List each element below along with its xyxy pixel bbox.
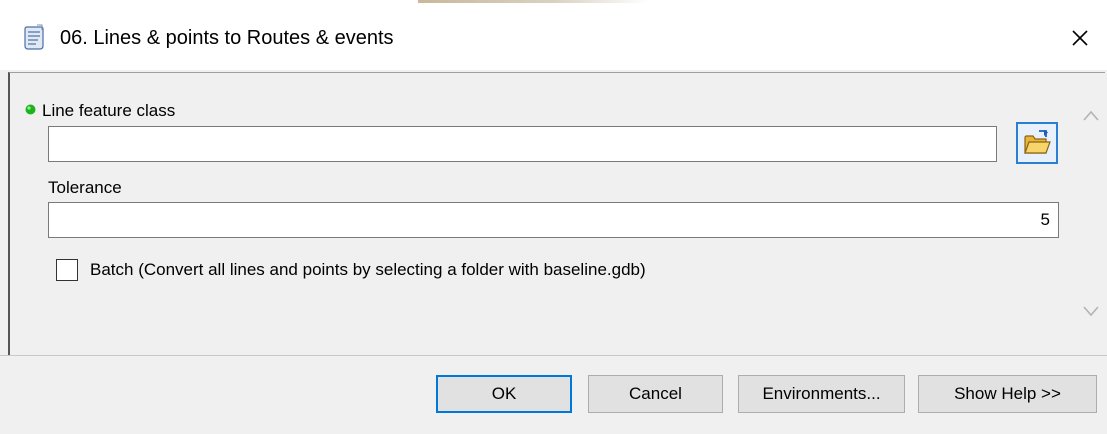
cancel-button[interactable]: Cancel: [588, 375, 723, 413]
vertical-scrollbar[interactable]: [1075, 73, 1105, 355]
show-help-button[interactable]: Show Help >>: [918, 375, 1097, 413]
button-bar: OK Cancel Environments... Show Help >>: [0, 355, 1107, 434]
tolerance-label: Tolerance: [48, 178, 122, 197]
line-feature-class-label: Line feature class: [42, 101, 176, 120]
parameters-panel: Line feature class Tolerance Batch (Conv…: [8, 72, 1105, 355]
title-bar: 06. Lines & points to Routes & events: [0, 4, 1107, 70]
window-title: 06. Lines & points to Routes & events: [60, 27, 394, 49]
line-feature-class-input[interactable]: [48, 126, 997, 162]
script-tool-icon: [22, 24, 46, 52]
close-icon: [1072, 30, 1088, 46]
batch-checkbox[interactable]: [56, 259, 78, 281]
required-parameter-icon: [25, 104, 36, 115]
open-folder-icon: [1024, 130, 1051, 154]
scroll-down-icon[interactable]: [1082, 304, 1100, 318]
close-button[interactable]: [1064, 22, 1096, 54]
browse-button[interactable]: [1016, 122, 1058, 164]
scroll-up-icon[interactable]: [1082, 109, 1100, 123]
ok-button[interactable]: OK: [436, 375, 572, 413]
tolerance-input[interactable]: [48, 202, 1059, 238]
background-window-edge: [418, 0, 648, 3]
batch-label: Batch (Convert all lines and points by s…: [90, 260, 646, 279]
environments-button[interactable]: Environments...: [738, 375, 905, 413]
tool-dialog: 06. Lines & points to Routes & events Li…: [0, 0, 1107, 434]
